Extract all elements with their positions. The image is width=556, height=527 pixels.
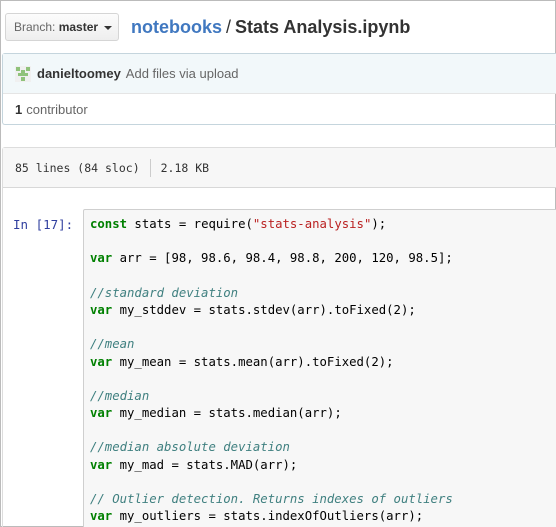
breadcrumb-folder-link[interactable]: notebooks <box>131 17 222 37</box>
file-info-bar: 85 lines (84 sloc) 2.18 KB <box>3 148 556 188</box>
code-line: var my_outliers = stats.indexOfOutliers(… <box>90 508 556 525</box>
code-line: //standard deviation <box>90 285 556 302</box>
commit-author-link[interactable]: danieltoomey <box>37 66 121 81</box>
breadcrumb: notebooks / Stats Analysis.ipynb <box>131 15 410 39</box>
code-text: my_stddev = stats.stdev(arr).toFixed(2); <box>112 302 416 317</box>
code-text: my_mean = stats.mean(arr).toFixed(2); <box>112 354 394 369</box>
code-keyword: var <box>90 354 113 369</box>
code-comment: //median absolute deviation <box>90 440 290 455</box>
code-text: my_mad = stats.MAD(arr); <box>112 457 298 472</box>
code-string: "stats-analysis" <box>252 217 372 231</box>
cell-input-prompt: In [17]: <box>13 217 74 232</box>
code-text: arr = [98, 98.6, 98.4, 98.8, 200, 120, 9… <box>112 251 453 266</box>
code-text: my_outliers = stats.indexOfOutliers(arr)… <box>112 509 424 524</box>
code-line: var my_mean = stats.mean(arr).toFixed(2)… <box>90 354 556 371</box>
code-line: //median <box>90 388 556 405</box>
code-line: const stats = require("stats-analysis"); <box>90 216 556 233</box>
code-text: stats = require( <box>127 217 253 231</box>
code-text: ); <box>371 217 387 231</box>
code-keyword: var <box>90 251 113 266</box>
file-line-count: 85 lines (84 sloc) <box>15 160 140 175</box>
code-comment: //standard deviation <box>90 285 239 300</box>
code-keyword: var <box>90 509 113 524</box>
code-comment: //median <box>90 388 150 403</box>
contributors-count: 1 <box>15 101 23 117</box>
breadcrumb-file-name: Stats Analysis.ipynb <box>235 17 411 37</box>
file-size: 2.18 KB <box>160 160 210 175</box>
code-line: //median absolute deviation <box>90 439 556 456</box>
contributors-row[interactable]: 1 contributor <box>3 94 556 124</box>
code-comment: // Outlier detection. Returns indexes of… <box>90 492 453 506</box>
branch-selector-button[interactable]: Branch: master <box>5 13 119 41</box>
code-text: my_median = stats.median(arr); <box>112 406 342 421</box>
avatar[interactable] <box>15 65 31 82</box>
commit-box: danieltoomey Add files via upload 1 cont… <box>2 53 556 125</box>
code-line: var my_median = stats.median(arr); <box>90 405 556 422</box>
caret-down-icon <box>104 25 113 30</box>
code-line: // Outlier detection. Returns indexes of… <box>90 491 556 508</box>
code-keyword: var <box>90 302 113 317</box>
code-line: var my_stddev = stats.stdev(arr).toFixed… <box>90 302 556 319</box>
code-keyword: const <box>90 217 128 231</box>
latest-commit-row: danieltoomey Add files via upload <box>3 54 556 94</box>
breadcrumb-separator: / <box>226 17 232 37</box>
branch-name: master <box>58 20 99 34</box>
code-line: //mean <box>90 336 556 353</box>
code-keyword: var <box>90 406 113 421</box>
code-keyword: var <box>90 457 113 472</box>
commit-message-link[interactable]: Add files via upload <box>126 66 239 81</box>
contributors-label: contributor <box>26 101 88 117</box>
branch-prefix: Branch: <box>14 20 56 34</box>
code-line: var arr = [98, 98.6, 98.4, 98.8, 200, 12… <box>90 250 556 267</box>
code-comment: //mean <box>90 337 135 352</box>
code-cell: const stats = require("stats-analysis");… <box>83 209 556 527</box>
code-line: var my_mad = stats.MAD(arr); <box>90 457 556 474</box>
file-info-divider <box>149 158 151 177</box>
